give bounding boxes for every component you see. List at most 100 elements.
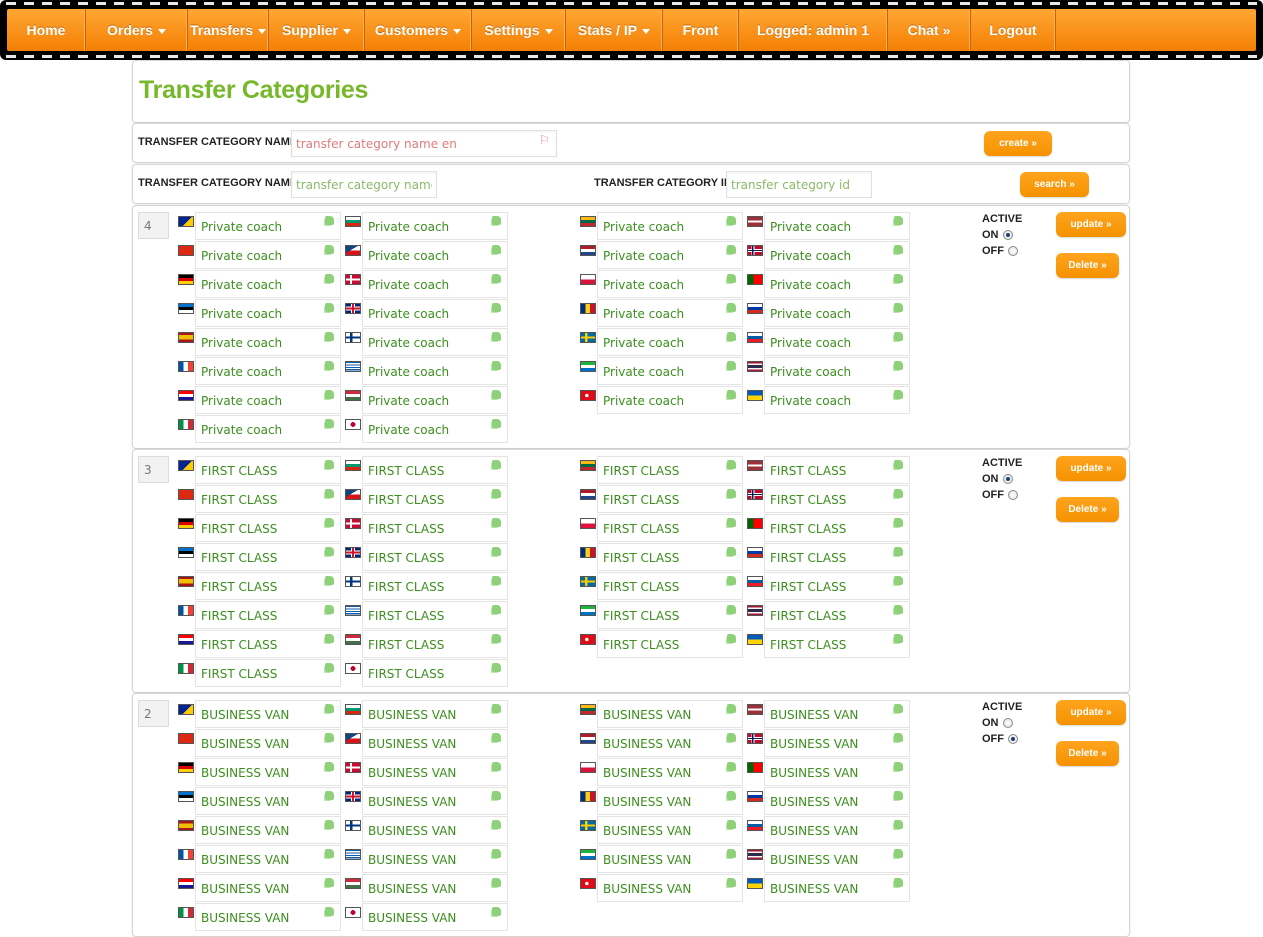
thumbs-up-icon[interactable] — [325, 634, 334, 643]
translation-input[interactable]: Private coach — [362, 241, 508, 269]
thumbs-up-icon[interactable] — [325, 216, 334, 225]
active-off-radio[interactable] — [1008, 490, 1018, 500]
thumbs-up-icon[interactable] — [325, 332, 334, 341]
thumbs-up-icon[interactable] — [727, 605, 736, 614]
translation-input[interactable]: BUSINESS VAN — [195, 816, 341, 844]
thumbs-up-icon[interactable] — [492, 663, 501, 672]
nav-item-home[interactable]: Home — [7, 9, 86, 51]
thumbs-up-icon[interactable] — [492, 849, 501, 858]
translation-input[interactable]: Private coach — [764, 270, 910, 298]
search-button[interactable]: search » — [1020, 172, 1089, 197]
nav-item-chat[interactable]: Chat » — [888, 9, 971, 51]
translation-input[interactable]: FIRST CLASS — [597, 630, 743, 658]
translation-input[interactable]: Private coach — [597, 299, 743, 327]
update-button[interactable]: update » — [1056, 700, 1126, 725]
translation-input[interactable]: BUSINESS VAN — [597, 787, 743, 815]
translation-input[interactable]: BUSINESS VAN — [195, 729, 341, 757]
translation-input[interactable]: FIRST CLASS — [764, 572, 910, 600]
translation-input[interactable]: FIRST CLASS — [362, 485, 508, 513]
translation-input[interactable]: FIRST CLASS — [195, 659, 341, 687]
translation-input[interactable]: FIRST CLASS — [362, 601, 508, 629]
thumbs-up-icon[interactable] — [727, 634, 736, 643]
thumbs-up-icon[interactable] — [492, 605, 501, 614]
nav-item-customers[interactable]: Customers — [365, 9, 472, 51]
translation-input[interactable]: Private coach — [195, 328, 341, 356]
thumbs-up-icon[interactable] — [325, 303, 334, 312]
thumbs-up-icon[interactable] — [325, 733, 334, 742]
thumbs-up-icon[interactable] — [894, 820, 903, 829]
thumbs-up-icon[interactable] — [325, 547, 334, 556]
translation-input[interactable]: BUSINESS VAN — [195, 874, 341, 902]
thumbs-up-icon[interactable] — [325, 663, 334, 672]
translation-input[interactable]: Private coach — [195, 241, 341, 269]
thumbs-up-icon[interactable] — [894, 605, 903, 614]
thumbs-up-icon[interactable] — [727, 460, 736, 469]
thumbs-up-icon[interactable] — [894, 303, 903, 312]
thumbs-up-icon[interactable] — [492, 634, 501, 643]
translation-input[interactable]: BUSINESS VAN — [597, 758, 743, 786]
translation-input[interactable]: FIRST CLASS — [764, 601, 910, 629]
thumbs-up-icon[interactable] — [894, 361, 903, 370]
translation-input[interactable]: Private coach — [764, 357, 910, 385]
thumbs-up-icon[interactable] — [894, 245, 903, 254]
thumbs-up-icon[interactable] — [492, 733, 501, 742]
translation-input[interactable]: FIRST CLASS — [362, 659, 508, 687]
thumbs-up-icon[interactable] — [325, 849, 334, 858]
nav-item-supplier[interactable]: Supplier — [269, 9, 365, 51]
thumbs-up-icon[interactable] — [727, 733, 736, 742]
translation-input[interactable]: FIRST CLASS — [597, 456, 743, 484]
translation-input[interactable]: Private coach — [362, 357, 508, 385]
translation-input[interactable]: Private coach — [195, 212, 341, 240]
thumbs-up-icon[interactable] — [492, 791, 501, 800]
translation-input[interactable]: Private coach — [195, 299, 341, 327]
thumbs-up-icon[interactable] — [492, 576, 501, 585]
active-off-radio[interactable] — [1008, 734, 1018, 744]
thumbs-up-icon[interactable] — [492, 518, 501, 527]
thumbs-up-icon[interactable] — [492, 332, 501, 341]
thumbs-up-icon[interactable] — [492, 704, 501, 713]
thumbs-up-icon[interactable] — [727, 820, 736, 829]
translation-input[interactable]: Private coach — [597, 270, 743, 298]
translation-input[interactable]: BUSINESS VAN — [362, 845, 508, 873]
active-on-radio[interactable] — [1002, 718, 1013, 728]
thumbs-up-icon[interactable] — [894, 332, 903, 341]
translation-input[interactable]: BUSINESS VAN — [362, 758, 508, 786]
thumbs-up-icon[interactable] — [727, 361, 736, 370]
translation-input[interactable]: Private coach — [195, 386, 341, 414]
translation-input[interactable]: Private coach — [362, 386, 508, 414]
thumbs-up-icon[interactable] — [492, 419, 501, 428]
thumbs-up-icon[interactable] — [325, 390, 334, 399]
translation-input[interactable]: BUSINESS VAN — [764, 845, 910, 873]
translation-input[interactable]: BUSINESS VAN — [764, 816, 910, 844]
translation-input[interactable]: BUSINESS VAN — [362, 816, 508, 844]
translation-input[interactable]: Private coach — [362, 415, 508, 443]
translation-input[interactable]: FIRST CLASS — [597, 572, 743, 600]
translation-input[interactable]: BUSINESS VAN — [764, 729, 910, 757]
thumbs-up-icon[interactable] — [325, 791, 334, 800]
thumbs-up-icon[interactable] — [894, 274, 903, 283]
translation-input[interactable]: FIRST CLASS — [597, 601, 743, 629]
thumbs-up-icon[interactable] — [894, 489, 903, 498]
thumbs-up-icon[interactable] — [492, 489, 501, 498]
update-button[interactable]: update » — [1056, 456, 1126, 481]
translation-input[interactable]: Private coach — [764, 328, 910, 356]
thumbs-up-icon[interactable] — [727, 576, 736, 585]
translation-input[interactable]: Private coach — [362, 212, 508, 240]
thumbs-up-icon[interactable] — [325, 762, 334, 771]
delete-button[interactable]: Delete » — [1056, 497, 1119, 522]
translation-input[interactable]: BUSINESS VAN — [195, 787, 341, 815]
thumbs-up-icon[interactable] — [894, 878, 903, 887]
translation-input[interactable]: Private coach — [597, 357, 743, 385]
thumbs-up-icon[interactable] — [727, 518, 736, 527]
thumbs-up-icon[interactable] — [325, 820, 334, 829]
thumbs-up-icon[interactable] — [325, 489, 334, 498]
thumbs-up-icon[interactable] — [894, 762, 903, 771]
translation-input[interactable]: FIRST CLASS — [597, 485, 743, 513]
thumbs-up-icon[interactable] — [894, 547, 903, 556]
thumbs-up-icon[interactable] — [727, 245, 736, 254]
thumbs-up-icon[interactable] — [325, 274, 334, 283]
thumbs-up-icon[interactable] — [727, 303, 736, 312]
translation-input[interactable]: BUSINESS VAN — [597, 845, 743, 873]
translation-input[interactable]: FIRST CLASS — [764, 485, 910, 513]
thumbs-up-icon[interactable] — [727, 791, 736, 800]
